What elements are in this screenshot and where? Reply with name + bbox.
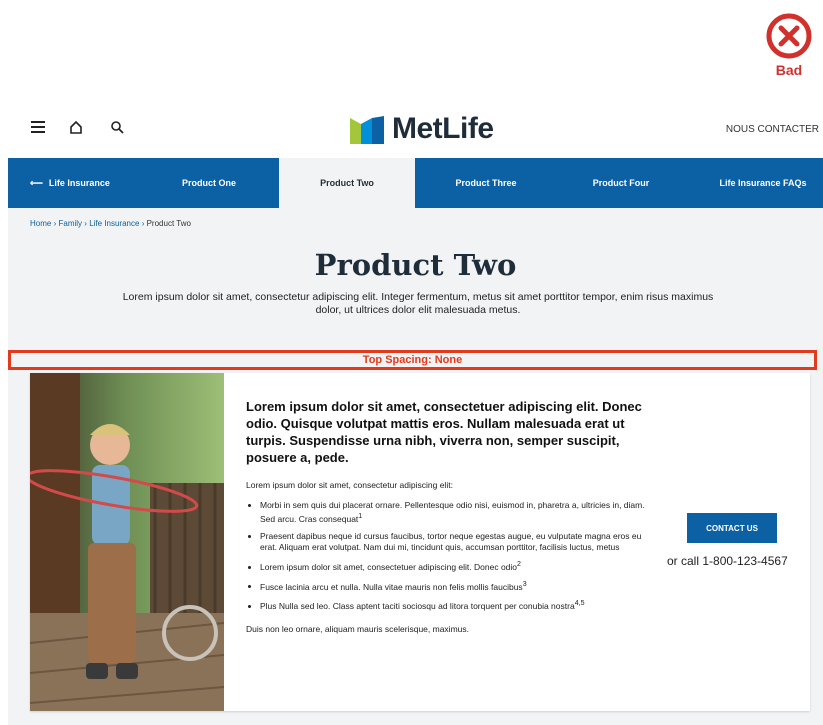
contact-link[interactable]: NOUS CONTACTER [726,124,819,135]
menu-icon[interactable] [30,120,46,134]
nav-back-label: Life Insurance [48,178,110,188]
card-outro: Duis non leo ornare, aliquam mauris scel… [246,624,469,635]
list-item: Plus Nulla sed leo. Class aptent taciti … [260,598,646,612]
page-subtitle: Lorem ipsum dolor sit amet, consectetur … [122,291,714,316]
nav-product-four[interactable]: Product Four [556,158,686,208]
close-circle-icon [766,13,812,59]
breadcrumb-home[interactable]: Home [30,219,51,228]
page-title: Product Two [314,248,517,282]
card-headline: Lorem ipsum dolor sit amet, consectetuer… [246,399,642,465]
search-icon[interactable] [110,120,124,134]
card-lead: Lorem ipsum dolor sit amet, consectetur … [246,480,453,490]
breadcrumb-family[interactable]: Family [58,219,82,228]
logo-text: MetLife [392,112,494,145]
nav-life-insurance-faqs[interactable]: Life Insurance FAQs [703,158,823,208]
metlife-logo-icon [350,116,384,144]
metlife-logo[interactable]: MetLife [350,112,494,146]
nav-product-one[interactable]: Product One [149,158,269,208]
bad-badge: Bad [761,12,817,78]
breadcrumb-sep: › [141,219,145,228]
child-hula-hoop-photo [30,373,224,711]
nav-back-life-insurance[interactable]: ⟵ Life Insurance [30,158,130,208]
card-content: Lorem ipsum dolor sit amet, consectetuer… [246,398,646,643]
breadcrumb-life-insurance[interactable]: Life Insurance [89,219,139,228]
breadcrumb-sep: › [53,219,57,228]
breadcrumb: Home › Family › Life Insurance › Product… [30,219,191,228]
top-spacing-annotation: Top Spacing: None [8,350,817,370]
list-item: Praesent dapibus neque id cursus faucibu… [260,531,646,553]
nav-product-two[interactable]: Product Two [279,158,415,208]
home-icon[interactable] [69,120,83,134]
product-card: Lorem ipsum dolor sit amet, consectetuer… [30,373,810,711]
contact-us-button[interactable]: CONTACT US [687,513,777,543]
breadcrumb-current: Product Two [146,219,191,228]
bad-label: Bad [775,62,803,78]
benefit-list: Morbi in sem quis dui placerat ornare. P… [246,500,646,612]
list-item: Lorem ipsum dolor sit amet, consectetuer… [260,559,646,573]
list-item: Morbi in sem quis dui placerat ornare. P… [260,500,646,525]
nav-product-three[interactable]: Product Three [421,158,551,208]
site-header: MetLife NOUS CONTACTER [0,108,823,152]
breadcrumb-sep: › [84,219,87,228]
arrow-left-icon: ⟵ [30,178,43,188]
product-nav: ⟵ Life Insurance Product One Product Two … [8,158,823,208]
list-item: Fusce lacinia arcu et nulla. Nulla vitae… [260,579,646,593]
call-phone-text: or call 1-800-123-4567 [667,554,788,568]
